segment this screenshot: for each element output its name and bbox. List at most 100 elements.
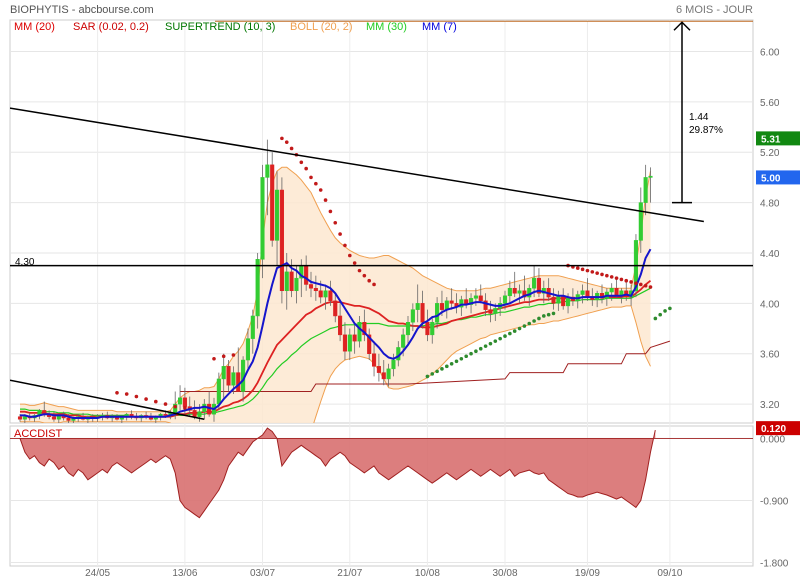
accdist-badge-text: 0.120 [761,424,786,435]
sar-dot-bear [372,282,376,287]
candle-body [333,300,338,317]
sar-dot-bull [658,312,662,317]
sar-dot-bear [600,272,604,277]
candle-body [420,303,425,323]
sar-dot-bear [639,282,643,287]
candle-body [308,284,314,289]
candle-body [401,334,406,348]
candle-body [313,287,318,292]
price-tick-label: 5.20 [760,148,780,159]
sar-dot-bull [483,344,488,348]
sar-dot-bear [643,283,648,288]
candle-body [279,189,284,292]
sar-dot-bear [648,285,653,289]
candle-body [648,175,653,178]
candle-body [376,366,381,373]
sar-dot-bear [609,275,614,279]
candle-body [561,295,566,307]
candle-body [294,277,299,292]
candle-body [216,378,221,405]
candle-body [289,271,294,292]
candle-body [386,368,391,380]
candle-body [507,287,512,297]
sar-dot-bear [634,281,638,286]
sar-dot-bear [629,280,633,284]
candle-body [391,359,396,370]
candle-body [304,265,309,285]
sar-dot-bull [542,314,546,318]
sar-dot-bull [532,319,536,323]
date-tick-label: 09/10 [657,568,682,579]
sar-dot-bull [508,331,512,336]
date-tick-label: 10/08 [415,568,440,579]
sar-dot-bear [605,273,609,278]
date-tick-label: 21/07 [337,568,362,579]
sar-dot-bear [280,136,284,141]
candle-body [517,290,522,294]
candle-body [502,295,508,304]
sar-dot-bear [144,397,148,401]
sar-dot-bull [469,351,473,356]
sar-dot-bear [115,390,119,395]
measure-value: 1.44 [689,112,709,123]
sar-dot-bear [299,160,304,165]
measure-pct: 29.87% [689,125,723,136]
candle-body [405,322,411,336]
date-tick-label: 03/07 [250,568,275,579]
sar-dot-bull [445,364,449,369]
candle-body [372,353,377,367]
candle-body [449,300,454,304]
price-axis: 6.00 5.60 5.20 4.80 4.40 4.00 3.60 3.20 [760,47,780,411]
sar-dot-bear [314,181,318,186]
candle-body [250,315,255,339]
sar-dot-bear [619,277,624,282]
candle-body [51,416,57,420]
candle-body [556,295,561,304]
candle-body [338,315,343,336]
sar-dot-bull [464,354,469,359]
sar-dot-bull [663,309,667,313]
candle-body [245,338,250,361]
candle-body [275,189,280,241]
sar-dot-bear [328,209,333,214]
candle-body [260,177,265,260]
candle-body [532,277,537,289]
candle-body [236,372,241,392]
legend-mm20: MM (20) [14,21,55,33]
sar-dot-bear [163,402,168,406]
candle-body [347,334,352,352]
candle-body [478,295,483,302]
price-tick-label: 5.60 [760,98,780,109]
legend-supertrend: SUPERTREND (10, 3) [165,21,275,33]
accdist-tick-label: 0.000 [760,434,785,445]
sar-dot-bear [595,271,599,275]
sar-dot-bear [590,270,595,274]
sar-dot-bear [352,261,357,265]
candle-body [221,366,226,380]
value-badges: 5.31 5.00 0.120 [756,131,800,436]
sar-dot-bear [154,399,158,404]
stock-chart: 6.00 5.60 5.20 4.80 4.40 4.00 3.60 3.20 0.000 -0… [9,4,800,579]
high-badge-text: 5.31 [761,134,781,145]
candle-body [435,303,440,323]
sar-dot-bull [522,324,527,328]
sar-dot-bull [449,362,454,366]
sar-dot-bear [357,268,362,273]
sar-dot-bear [333,220,338,225]
candle-body [614,287,619,297]
sar-dot-bull [459,356,464,361]
sar-dot-bear [575,266,580,270]
candle-body [255,259,260,317]
candle-body [430,322,435,336]
candle-body [22,416,27,420]
sar-dot-bull [440,367,444,371]
sar-dot-bear [343,243,347,248]
last-badge-text: 5.00 [761,173,781,184]
candle-body [638,202,643,241]
sar-dot-bear [580,267,585,272]
legend-mm30: MM (30) [366,21,407,33]
candle-body [415,303,420,310]
sar-dot-bear [289,146,294,151]
sar-dot-bull [512,329,517,333]
candle-body [163,413,168,416]
